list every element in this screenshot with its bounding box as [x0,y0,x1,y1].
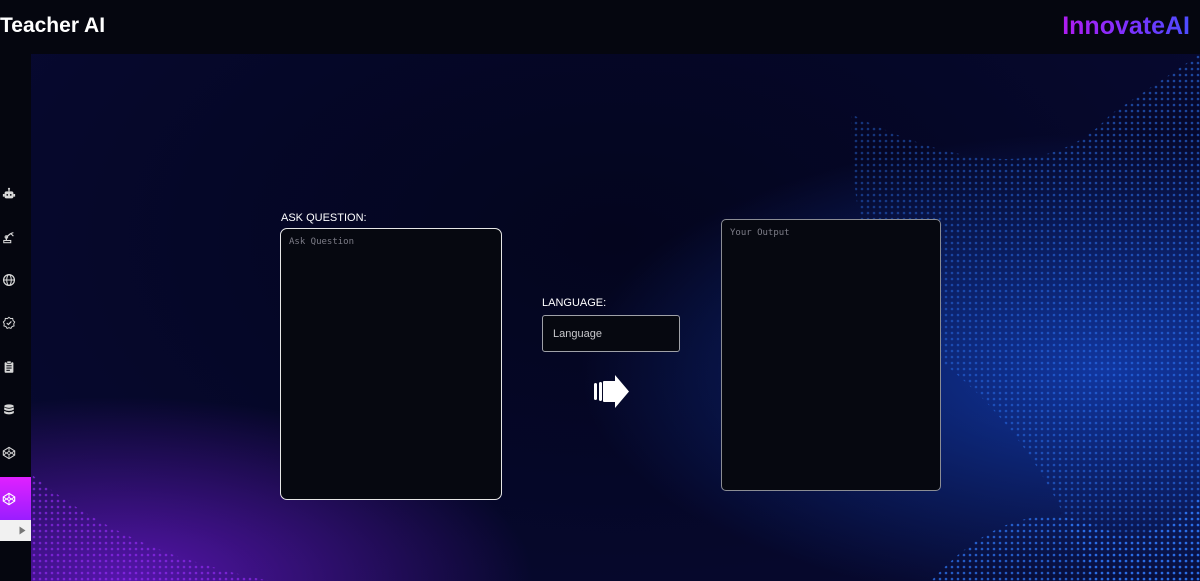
top-bar: Teacher AI InnovateAI [0,0,1200,54]
globe-icon [2,273,16,287]
sidebar-item-globe[interactable] [0,266,31,294]
robot-icon [2,187,16,199]
sidebar-item-clipboard[interactable] [0,353,31,381]
codepen-icon [2,446,16,460]
sidebar [0,54,31,581]
hand-point-right-icon [594,375,629,408]
submit-arrow-button[interactable] [591,374,633,410]
sidebar-item-badge-check[interactable] [0,309,31,337]
clipboard-icon [4,360,14,373]
output-textarea[interactable] [721,219,941,491]
language-label: LANGUAGE: [542,297,607,309]
database-icon [4,404,14,415]
brand-logo[interactable]: InnovateAI [1062,12,1190,41]
language-input[interactable] [542,315,680,352]
sidebar-toggle-button[interactable] [0,520,31,541]
sidebar-item-codepen[interactable] [0,439,31,467]
sidebar-item-codepen-active[interactable] [0,477,31,520]
question-label: ASK QUESTION: [281,212,367,224]
sidebar-item-robot-arm[interactable] [0,223,31,251]
app-title: Teacher AI [0,14,106,37]
codepen-icon [2,492,16,505]
app-window: Teacher AI InnovateAI ASK QUESTION: Ask … [0,0,1200,581]
main-content: ASK QUESTION: LANGUAGE: [31,54,1200,581]
sidebar-item-robot[interactable] [0,180,31,208]
question-textarea[interactable] [280,228,502,500]
robot-arm-icon [3,232,14,244]
sidebar-item-database[interactable] [0,396,31,424]
caret-right-icon [19,526,26,535]
badge-check-icon [2,316,16,330]
